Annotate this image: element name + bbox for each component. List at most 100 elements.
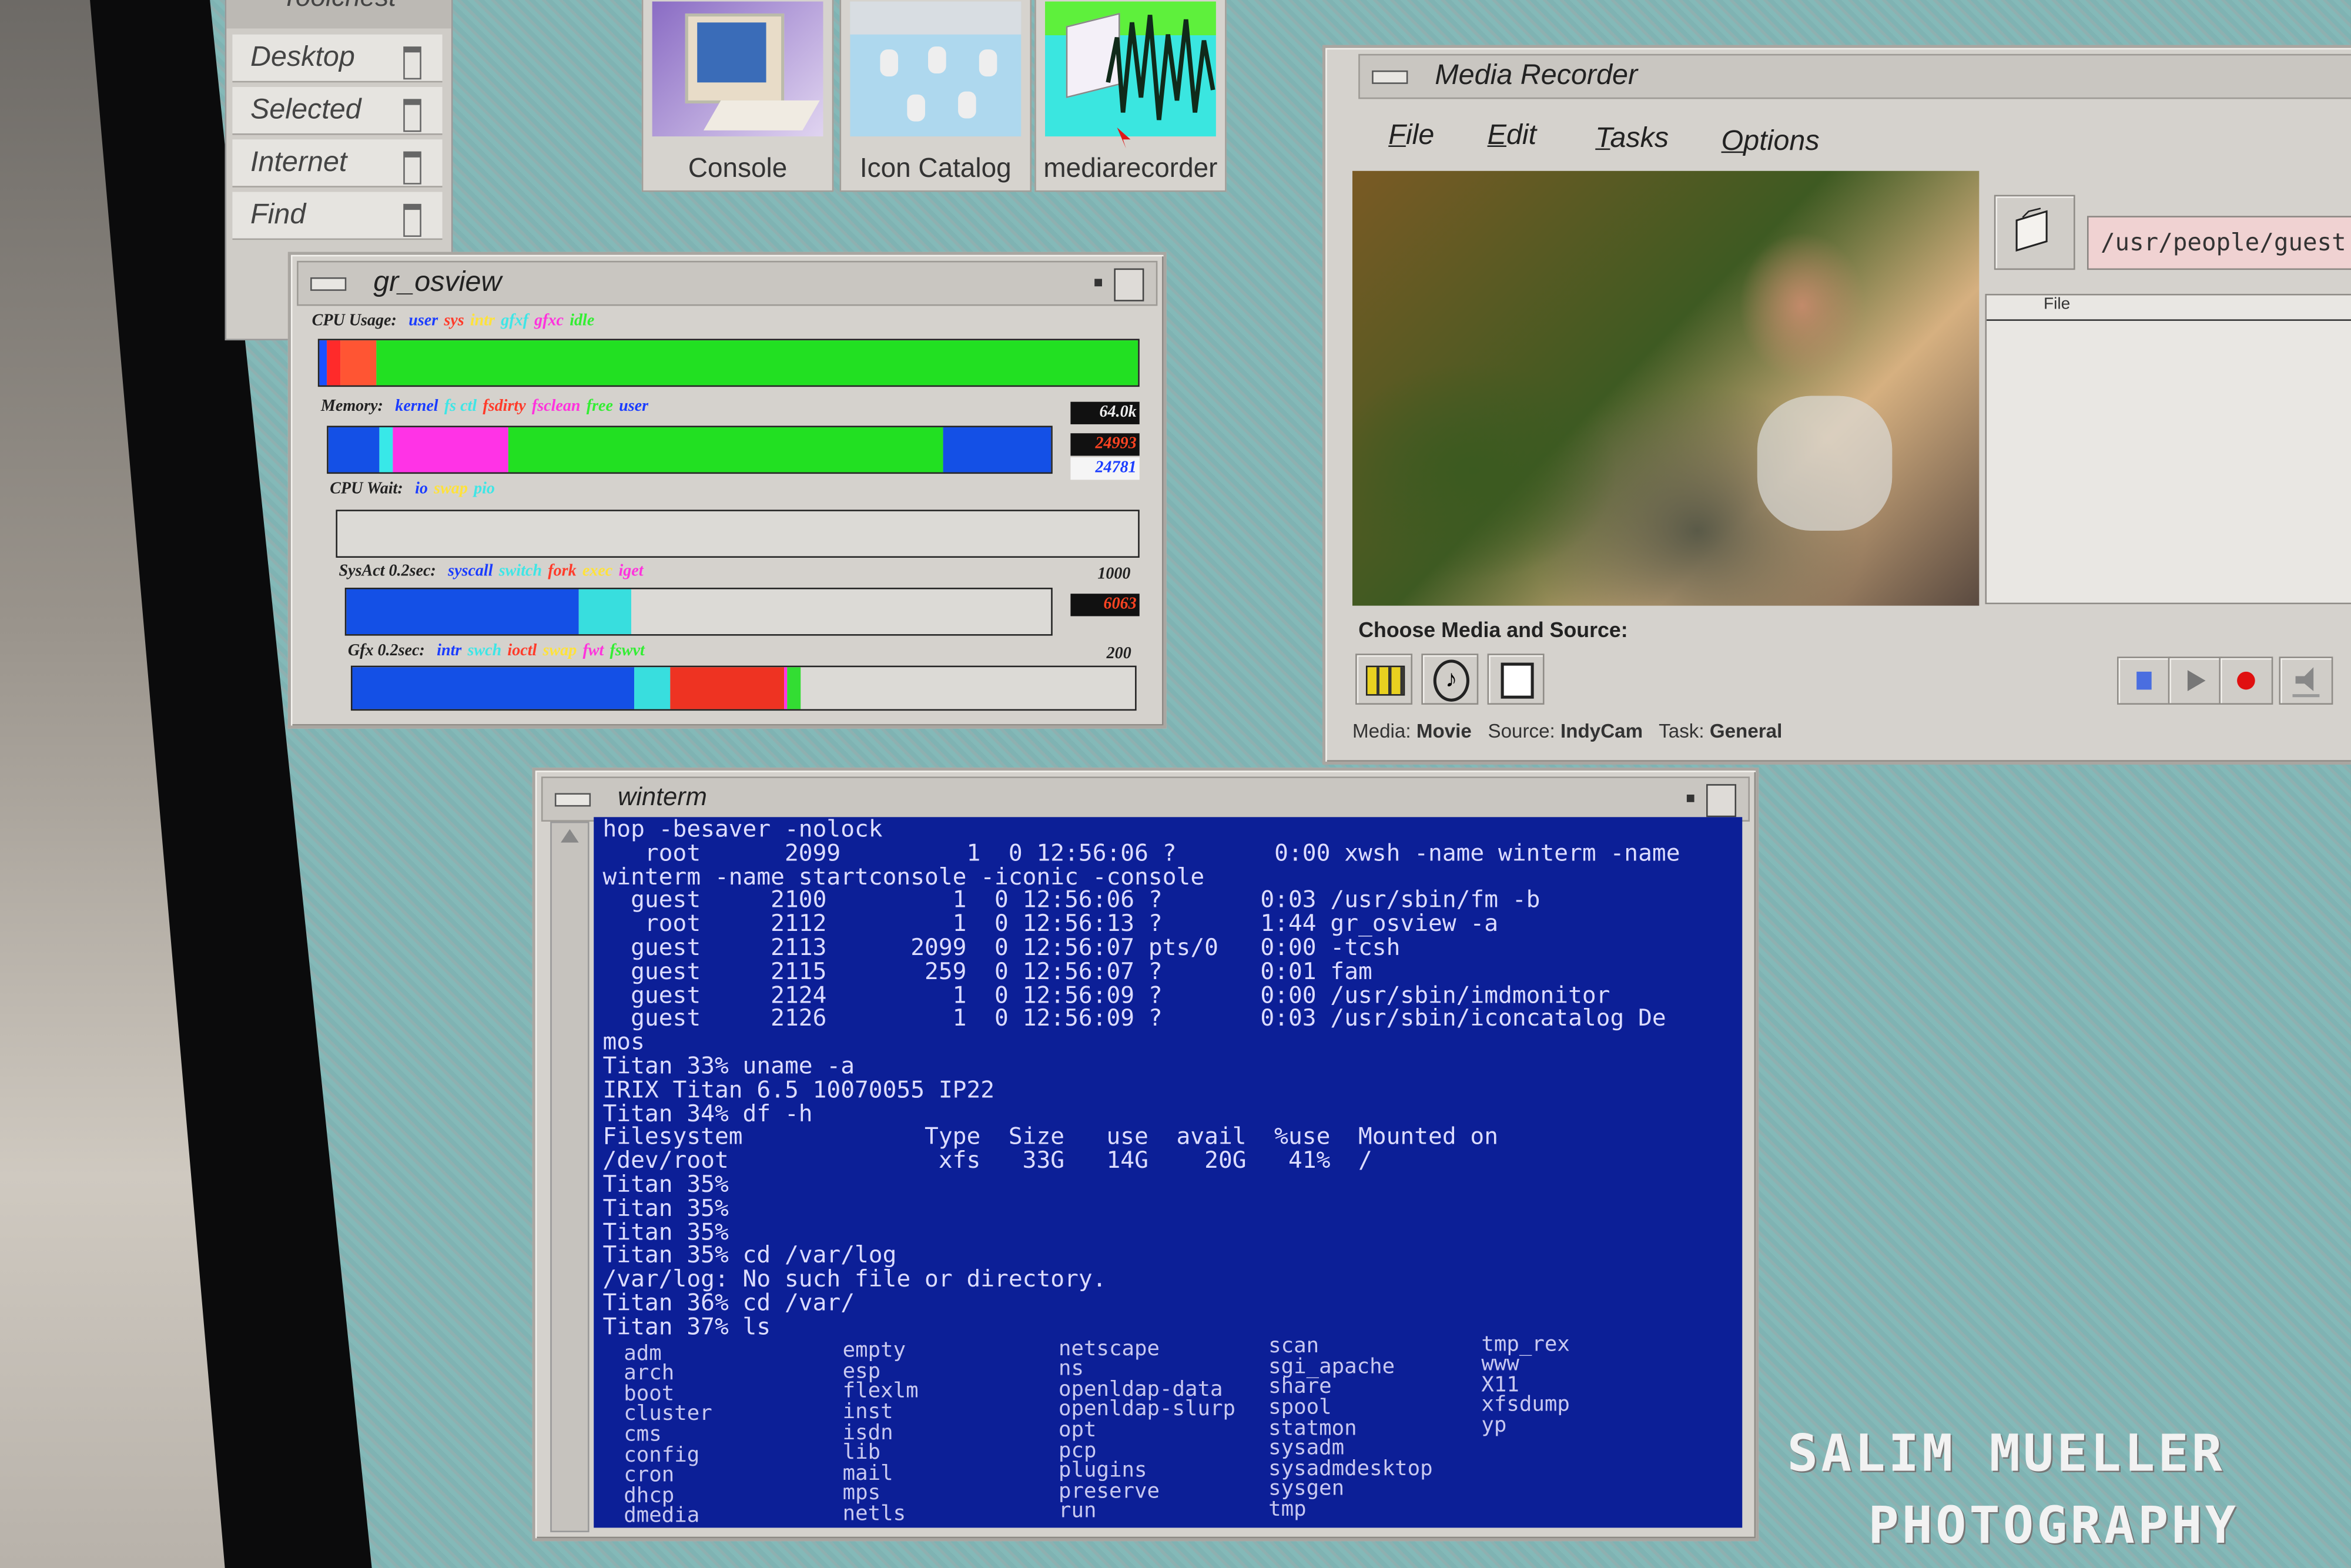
watermark-line-1: SALIM MUELLER <box>1787 1424 2225 1485</box>
desktop-icon-console[interactable]: Console <box>641 0 834 192</box>
menu-file[interactable]: File <box>1388 120 1434 153</box>
cpu-usage-label: CPU Usage: user sys intr gfxf gfxc idle <box>312 312 595 330</box>
source-value: IndyCam <box>1560 719 1643 742</box>
prompt-text: Titan 38% <box>633 1526 759 1528</box>
terminal-line: Titan 35% <box>602 1171 729 1198</box>
media-audio-button[interactable]: ♪ <box>1421 654 1479 705</box>
menu-options[interactable]: Options <box>1722 126 1820 159</box>
stop-button[interactable] <box>2117 656 2171 705</box>
media-recorder-window: Media Recorder File Edit Tasks Options /… <box>1322 45 2351 765</box>
ls-entry: yp <box>1481 1413 1507 1438</box>
gr-osview-window: gr_osview CPU Usage: user sys intr gfxf gfxc i… <box>287 252 1167 729</box>
drawer-icon <box>403 46 421 80</box>
legend-item: kernel <box>395 397 438 416</box>
legend-item: fs ctl <box>444 397 477 416</box>
folder-icon <box>2015 207 2048 252</box>
ls-entry: dmedia <box>624 1504 700 1528</box>
file-column-header[interactable]: File <box>1987 296 2351 321</box>
bar-segment <box>327 340 340 386</box>
minimize-button[interactable] <box>1686 795 1694 802</box>
bar-segment <box>319 340 328 386</box>
media-movie-button[interactable] <box>1355 654 1413 705</box>
window-titlebar[interactable]: gr_osview <box>297 260 1158 306</box>
memory-label: Memory: kernel fs ctl fsdirty fsclean free use… <box>321 397 648 416</box>
bar-segment <box>346 589 579 635</box>
desktop-icon-mediarecorder[interactable]: mediarecorder <box>1034 0 1227 192</box>
toolchest-item-label: Find <box>250 199 306 231</box>
record-icon <box>2237 671 2255 690</box>
scroll-up-arrow-icon[interactable] <box>561 829 579 843</box>
drawer-icon <box>403 99 421 132</box>
legend-item: intr <box>470 311 495 330</box>
legend-item: fswvt <box>609 641 645 660</box>
audio-monitor-icon <box>2292 667 2320 698</box>
drawer-icon <box>403 203 421 237</box>
terminal-scrollbar[interactable] <box>550 821 590 1533</box>
label-text: Memory: <box>320 397 383 416</box>
maximize-button[interactable] <box>1706 784 1737 817</box>
terminal-line: IRIX Titan 6.5 10070055 IP22 <box>602 1076 995 1104</box>
toolchest-item-label: Selected <box>250 94 361 126</box>
ls-entry: tmp <box>1268 1497 1307 1522</box>
legend-item: switch <box>498 562 542 581</box>
media-image-button[interactable] <box>1487 654 1545 705</box>
sysact-value: 6063 <box>1070 594 1140 617</box>
memory-value-blue: 24781 <box>1070 457 1140 480</box>
bar-segment <box>670 667 784 709</box>
bar-segment <box>340 340 377 386</box>
sysact-bar <box>344 587 1053 636</box>
terminal-output[interactable]: hop -besaver -nolock root 2099 1 0 12:56… <box>594 817 1743 1528</box>
record-button[interactable] <box>2219 656 2273 705</box>
icon-label: mediarecorder <box>1043 153 1218 183</box>
window-menu-button[interactable] <box>554 793 591 807</box>
cpu-usage-legend: user sys intr gfxf gfxc idle <box>403 312 594 330</box>
window-menu-button[interactable] <box>1372 70 1408 84</box>
bar-segment <box>634 667 671 709</box>
desktop-icon-icon-catalog[interactable]: Icon Catalog <box>839 0 1032 192</box>
window-title: winterm <box>618 782 707 812</box>
legend-item: swap <box>542 641 577 660</box>
ls-entry: run <box>1059 1499 1097 1524</box>
bar-segment <box>786 667 801 709</box>
legend-item: iget <box>618 562 644 581</box>
minimize-button[interactable] <box>1094 279 1102 287</box>
choose-media-label: Choose Media and Source: <box>1358 618 1628 642</box>
bar-segment <box>578 589 632 635</box>
file-list[interactable]: File <box>1985 293 2351 605</box>
terminal-line: guest 2126 1 0 12:56:09 ? 0:03 /usr/sbin… <box>602 1005 1666 1033</box>
task-label: Task: <box>1659 719 1704 742</box>
toolchest-item-find[interactable]: Find <box>232 192 443 240</box>
legend-item: ioctl <box>507 641 537 660</box>
window-titlebar[interactable]: winterm <box>541 776 1750 822</box>
legend-item: fork <box>548 562 577 581</box>
legend-item: io <box>415 480 428 498</box>
sysact-label: SysAct 0.2sec: syscall switch fork exec iget <box>339 562 644 581</box>
legend-item: syscall <box>448 562 493 581</box>
bar-segment <box>942 427 1051 473</box>
menu-tasks[interactable]: Tasks <box>1595 123 1669 156</box>
menu-edit[interactable]: Edit <box>1488 120 1537 153</box>
maximize-button[interactable] <box>1114 268 1144 301</box>
legend-item: gfxf <box>501 311 528 330</box>
media-value: Movie <box>1416 719 1472 742</box>
legend-item: fsdirty <box>483 397 526 416</box>
legend-item: free <box>586 397 613 416</box>
browse-folder-button[interactable] <box>1994 195 2075 270</box>
window-menu-button[interactable] <box>310 277 347 291</box>
image-icon <box>1501 662 1534 699</box>
audio-monitor-button[interactable] <box>2279 656 2333 705</box>
toolchest-item-desktop[interactable]: Desktop <box>232 34 443 83</box>
toolchest-item-internet[interactable]: Internet <box>232 139 443 187</box>
path-field[interactable]: /usr/people/guest <box>2087 216 2351 270</box>
toolchest-item-selected[interactable]: Selected <box>232 86 443 135</box>
play-button[interactable] <box>2168 656 2222 705</box>
memory-bar <box>327 425 1053 474</box>
icon-label: Console <box>688 153 788 183</box>
video-preview <box>1352 170 1980 606</box>
icon-catalog-icon <box>850 1 1022 137</box>
cpu-wait-legend: io swap pio <box>409 480 495 498</box>
media-label: Media: <box>1352 719 1411 742</box>
toolchest-title[interactable]: Toolchest <box>226 0 451 29</box>
window-titlebar[interactable]: Media Recorder <box>1358 53 2351 99</box>
toolchest-item-label: Internet <box>250 146 347 179</box>
